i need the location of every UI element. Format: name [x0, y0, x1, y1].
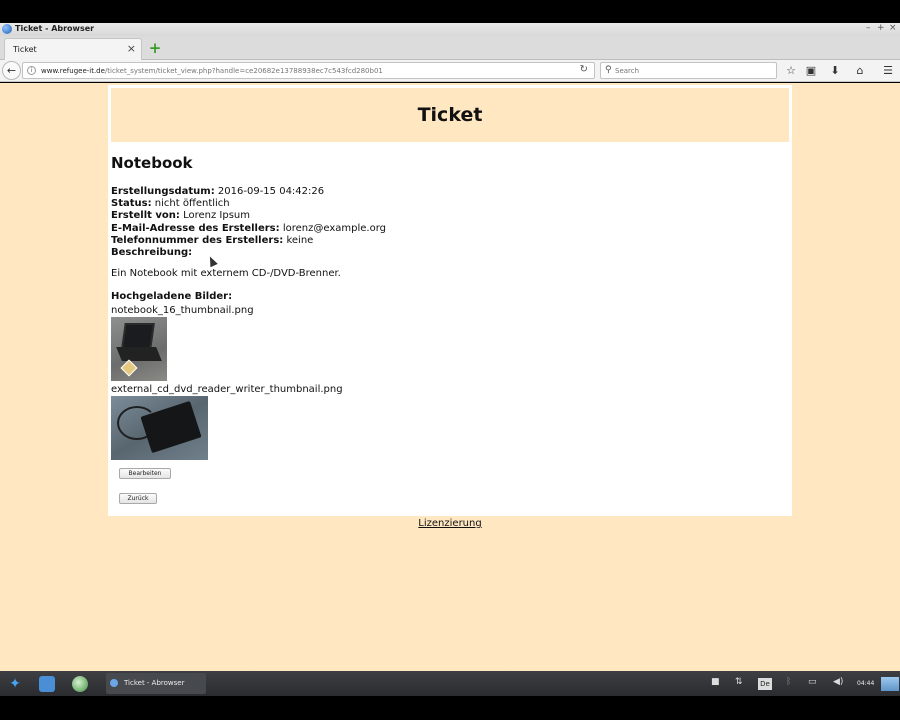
navigation-toolbar: ← i www.refugee-it.de/ticket_system/tick…	[0, 60, 900, 82]
search-icon: ⚲	[605, 65, 612, 75]
volume-icon[interactable]: ◀)	[833, 677, 843, 687]
search-input[interactable]	[615, 65, 765, 77]
field-value: nicht öffentlich	[154, 198, 230, 209]
page-viewport: Ticket Notebook Erstellungsdatum: 2016-0…	[0, 83, 900, 671]
new-tab-plus-icon[interactable]: +	[148, 41, 162, 56]
close-window-icon[interactable]: ×	[889, 23, 897, 33]
ticket-card: Ticket Notebook Erstellungsdatum: 2016-0…	[108, 85, 792, 516]
field-status: Status: nicht öffentlich	[111, 198, 230, 209]
window-titlebar: Ticket - Abrowser – + ×	[0, 23, 900, 36]
browser-launcher-icon[interactable]	[72, 676, 88, 692]
stop-icon[interactable]: ■	[711, 677, 720, 687]
tab-ticket[interactable]: Ticket ×	[4, 38, 142, 60]
drive-shape	[140, 400, 202, 454]
taskbar: ✦ Ticket - Abrowser ■ ⇅ De ᛒ ▭ ◀) 04:44	[0, 671, 900, 696]
network-icon[interactable]: ⇅	[735, 677, 743, 687]
field-label: Telefonnummer des Erstellers:	[111, 235, 284, 246]
show-desktop-icon[interactable]	[881, 677, 899, 691]
url-text: www.refugee-it.de/ticket_system/ticket_v…	[41, 67, 383, 75]
field-phone: Telefonnummer des Erstellers: keine	[111, 235, 313, 246]
task-label: Ticket - Abrowser	[124, 679, 185, 687]
clipboard-icon[interactable]: ▣	[802, 62, 820, 80]
licensing-link[interactable]: Lizenzierung	[0, 518, 900, 529]
sticker-shape	[120, 359, 138, 377]
start-menu-icon[interactable]: ✦	[7, 676, 23, 692]
clock[interactable]: 04:44	[857, 680, 874, 687]
browser-app-icon	[2, 24, 12, 34]
edit-button[interactable]: Bearbeiten	[119, 468, 171, 479]
page-title: Ticket	[417, 104, 483, 126]
browser-task-icon	[110, 679, 118, 687]
search-box[interactable]: ⚲	[600, 62, 777, 79]
field-creation-date: Erstellungsdatum: 2016-09-15 04:42:26	[111, 186, 324, 197]
window-title: Ticket - Abrowser	[15, 24, 95, 33]
field-label: Erstellungsdatum:	[111, 186, 215, 197]
download-icon[interactable]: ⬇	[826, 62, 844, 80]
back-button[interactable]: Zurück	[119, 493, 157, 504]
field-value: Lorenz Ipsum	[183, 210, 251, 221]
notebook-thumbnail[interactable]	[111, 317, 167, 381]
site-info-icon[interactable]: i	[27, 66, 36, 75]
description-text: Ein Notebook mit externem CD-/DVD-Brenne…	[111, 268, 341, 279]
ticket-title: Notebook	[111, 154, 193, 172]
field-email: E-Mail-Adresse des Erstellers: lorenz@ex…	[111, 223, 386, 234]
tab-strip: Ticket × +	[0, 36, 900, 60]
home-icon[interactable]: ⌂	[851, 62, 869, 80]
image-filename: external_cd_dvd_reader_writer_thumbnail.…	[111, 384, 343, 395]
field-value: keine	[286, 235, 314, 246]
screen: Ticket - Abrowser – + × Ticket × + ← i w…	[0, 0, 900, 720]
tab-close-icon[interactable]: ×	[127, 42, 136, 55]
maximize-icon[interactable]: +	[877, 23, 885, 33]
taskbar-task-browser[interactable]: Ticket - Abrowser	[106, 673, 206, 694]
field-value: 2016-09-15 04:42:26	[217, 186, 325, 197]
battery-icon[interactable]: ▭	[808, 677, 817, 687]
image-filename: notebook_16_thumbnail.png	[111, 305, 254, 316]
reload-icon[interactable]: ↻	[580, 64, 588, 75]
field-label: Erstellt von:	[111, 210, 180, 221]
tab-label: Ticket	[13, 45, 37, 54]
url-host: www.refugee-it.de	[41, 67, 105, 75]
laptop-screen-shape	[121, 323, 155, 349]
keyboard-layout-indicator[interactable]: De	[758, 678, 772, 690]
bluetooth-icon[interactable]: ᛒ	[786, 677, 791, 687]
url-path: /ticket_system/ticket_view.php?handle=ce…	[104, 67, 383, 75]
field-value: lorenz@example.org	[282, 223, 386, 234]
field-label: Beschreibung:	[111, 247, 193, 258]
address-bar[interactable]: i www.refugee-it.de/ticket_system/ticket…	[22, 62, 595, 79]
page-header: Ticket	[111, 88, 789, 142]
file-manager-icon[interactable]	[39, 676, 55, 692]
minimize-icon[interactable]: –	[866, 23, 871, 33]
dvd-drive-thumbnail[interactable]	[111, 396, 208, 460]
star-icon[interactable]: ☆	[782, 62, 800, 80]
field-description-label: Beschreibung:	[111, 247, 192, 258]
field-created-by: Erstellt von: Lorenz Ipsum	[111, 210, 250, 221]
field-label: E-Mail-Adresse des Erstellers:	[111, 223, 280, 234]
menu-icon[interactable]: ☰	[879, 62, 897, 80]
laptop-base-shape	[116, 347, 162, 361]
field-label: Status:	[111, 198, 152, 209]
uploaded-images-label: Hochgeladene Bilder:	[111, 291, 233, 302]
back-arrow-icon[interactable]: ←	[2, 61, 21, 80]
